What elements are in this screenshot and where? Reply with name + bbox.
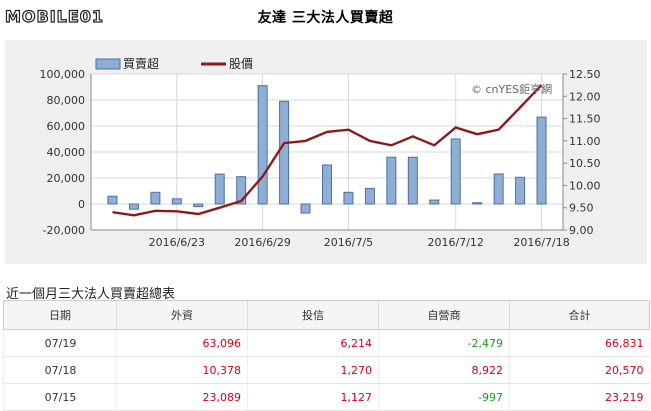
legend-line-label: 股價 [229, 57, 253, 71]
bar-mark [300, 203, 311, 214]
cell-trust: 6,214 [247, 329, 379, 357]
bar-mark [214, 173, 225, 205]
bar-mark [257, 85, 268, 205]
cell-foreign: 63,096 [116, 329, 248, 357]
bar-mark [128, 203, 139, 210]
cell-total: 23,219 [509, 383, 650, 411]
right-axis-tick-label: 10.50 [569, 157, 601, 170]
cell-dealer: -997 [378, 383, 510, 411]
legend-bar-label: 買賣超 [123, 56, 159, 71]
table-row: 07/19 63,096 6,214 -2,479 66,831 [3, 329, 650, 357]
bar-mark [107, 195, 118, 205]
x-axis-tick-label: 2016/6/29 [234, 236, 290, 249]
header-foreign: 外資 [116, 300, 248, 330]
left-axis-tick-label: -20,000 [43, 224, 85, 237]
cell-dealer: 8,922 [378, 356, 510, 384]
header-date: 日期 [3, 300, 117, 330]
right-axis-tick-label: 11.50 [569, 113, 601, 126]
bar-mark [536, 116, 547, 205]
bar-mark [407, 156, 418, 205]
bar-mark [193, 203, 204, 208]
bar-mark [364, 187, 375, 205]
x-axis-tick-label: 2016/7/12 [428, 236, 484, 249]
bar-mark [493, 173, 504, 205]
bar-mark [450, 138, 461, 205]
left-axis-tick-label: 80,000 [47, 94, 86, 107]
x-axis-tick-label: 2016/7/18 [513, 236, 569, 249]
x-axis-tick-label: 2016/6/23 [149, 236, 205, 249]
bar-mark [386, 156, 397, 205]
chart-area: -20,000 0 20,000 40,000 60,000 80,000 100,000 9… [5, 40, 647, 264]
watermark: © cnYES鉅亨網 [471, 82, 552, 96]
cell-total: 20,570 [509, 356, 650, 384]
right-axis-tick-label: 9.50 [569, 202, 594, 215]
cell-trust: 1,270 [247, 356, 379, 384]
cell-foreign: 10,378 [116, 356, 248, 384]
left-axis-tick-label: 0 [78, 198, 85, 211]
left-axis-tick-label: 20,000 [47, 172, 86, 185]
bar-mark [279, 100, 290, 205]
bar-mark [429, 199, 440, 205]
right-axis-tick-label: 10.00 [569, 179, 601, 192]
cell-date: 07/19 [3, 329, 117, 357]
bar-mark [321, 164, 333, 205]
cell-foreign: 23,089 [116, 383, 248, 411]
table-row: 07/18 10,378 1,270 8,922 20,570 [3, 356, 650, 384]
header-total: 合計 [509, 300, 650, 330]
right-axis-tick-label: 9.00 [569, 224, 594, 237]
bar-mark [343, 191, 354, 205]
left-axis-tick-label: 100,000 [40, 68, 86, 81]
right-axis-tick-label: 12.00 [569, 90, 601, 103]
bar-mark [171, 198, 182, 205]
cell-dealer: -2,479 [378, 329, 510, 357]
cell-date: 07/18 [3, 356, 117, 384]
left-axis-tick-label: 60,000 [47, 120, 86, 133]
table-row: 07/15 23,089 1,127 -997 23,219 [3, 383, 650, 411]
combo-chart: -20,000 0 20,000 40,000 60,000 80,000 100,000 9… [5, 40, 647, 264]
right-axis-tick-label: 12.50 [569, 68, 601, 81]
page-title: 友達 三大法人買賣超 [257, 10, 394, 26]
bar-mark [515, 176, 526, 205]
left-axis-tick-label: 40,000 [47, 146, 86, 159]
right-axis-tick-label: 11.00 [569, 135, 601, 148]
cell-date: 07/15 [3, 383, 117, 411]
cell-total: 66,831 [509, 329, 650, 357]
table-header-row: 日期 外資 投信 自營商 合計 [3, 300, 650, 330]
legend-bar-swatch [95, 58, 121, 70]
summary-table: 日期 外資 投信 自營商 合計 07/19 63,096 6,214 -2,47… [3, 300, 650, 411]
bar-mark [150, 191, 161, 205]
header-trust: 投信 [247, 300, 379, 330]
x-axis-tick-label: 2016/7/5 [324, 236, 373, 249]
header-dealer: 自營商 [378, 300, 510, 330]
cell-trust: 1,127 [247, 383, 379, 411]
bar-mark [472, 202, 483, 205]
